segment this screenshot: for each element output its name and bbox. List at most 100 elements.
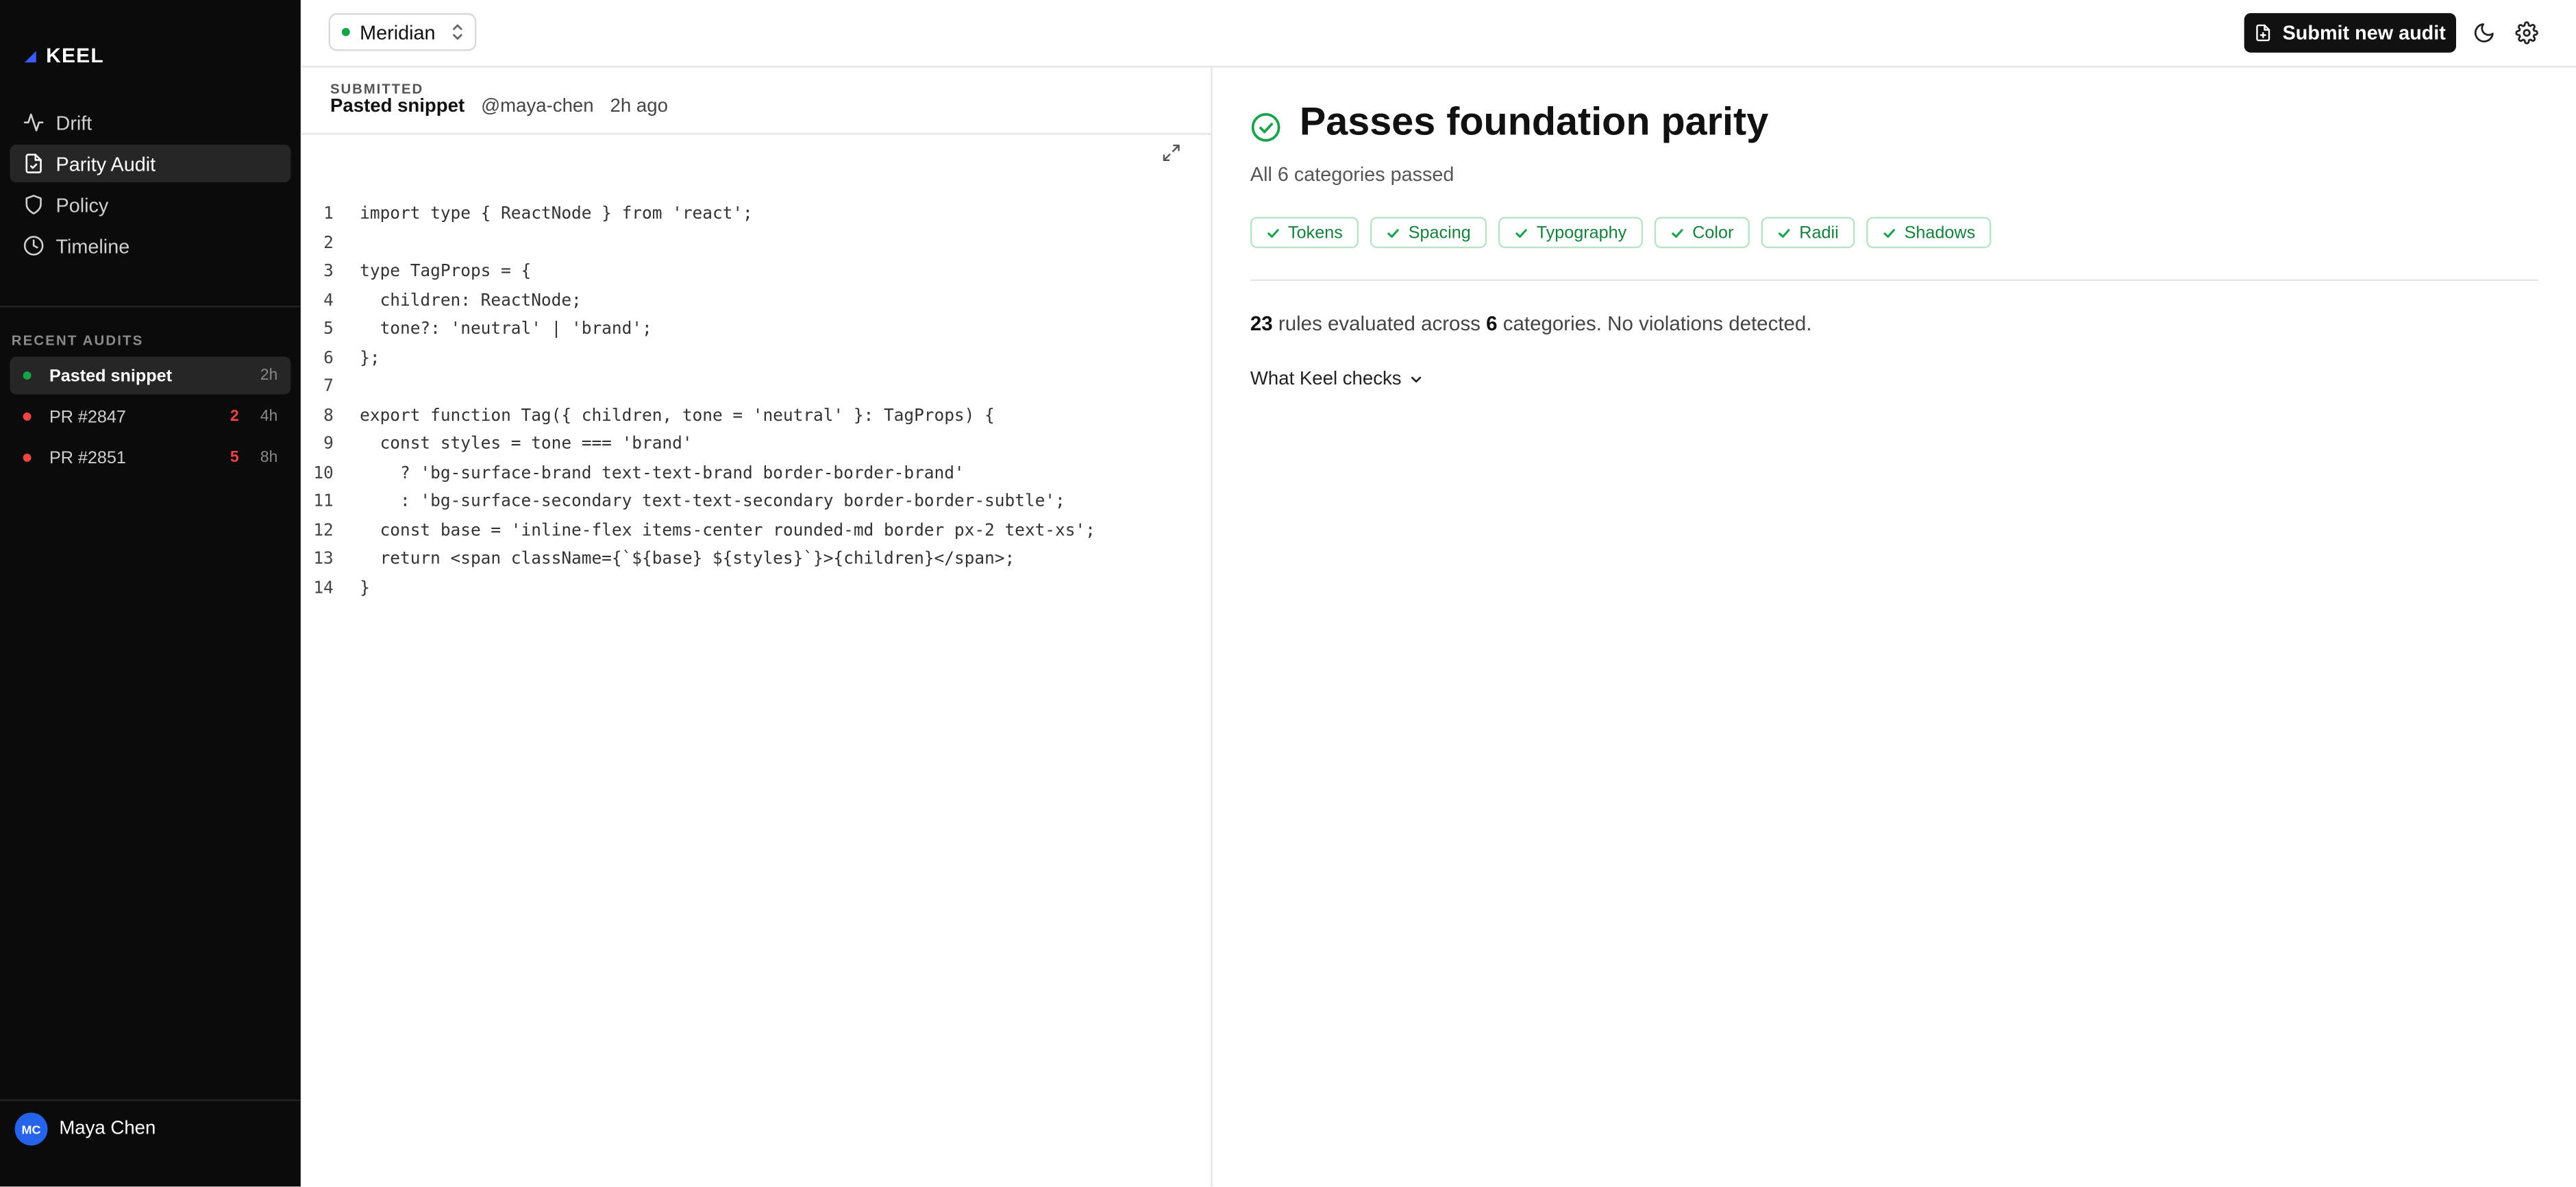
check-icon: [1779, 228, 1790, 237]
user-profile[interactable]: MC Maya Chen: [14, 1112, 156, 1146]
status-dot: [23, 371, 32, 380]
recent-audit-item[interactable]: Pasted snippet 2h: [10, 356, 291, 395]
submission-meta: Pasted snippet @maya-chen 2h ago: [330, 97, 668, 117]
line-content: }: [360, 579, 370, 598]
code-line: 2: [301, 230, 1095, 258]
sidebar: KEEL Drift Parity Audit Policy Timeline …: [0, 0, 301, 1187]
code-line: 9 const styles = tone === 'brand': [301, 430, 1095, 459]
category-count: 6: [1486, 312, 1498, 336]
code-line: 11 : 'bg-surface-secondary text-text-sec…: [301, 488, 1095, 517]
settings-button[interactable]: [2515, 21, 2538, 45]
code-line: 8 export function Tag({ children, tone = …: [301, 402, 1095, 430]
brand-name: KEEL: [46, 44, 104, 68]
line-number: 2: [323, 234, 334, 253]
result-title: Passes foundation parity: [1299, 100, 1769, 145]
line-content: : 'bg-surface-secondary text-text-second…: [360, 493, 1065, 512]
sidebar-item-parity-audit[interactable]: Parity Audit: [10, 145, 291, 183]
code-line: 3 type TagProps = {: [301, 258, 1095, 286]
recent-audit-item[interactable]: PR #2847 2 4h: [10, 397, 290, 435]
line-number: 14: [313, 579, 334, 598]
line-number: 12: [313, 522, 334, 541]
summary-text: rules evaluated across: [1272, 312, 1487, 336]
code-line: 14}: [301, 574, 1095, 603]
check-icon: [1672, 228, 1683, 237]
check-circle-icon: [1251, 112, 1280, 142]
line-number: 13: [313, 550, 334, 570]
category-label: Typography: [1536, 222, 1627, 243]
recent-audits-heading: RECENT AUDITS: [11, 332, 144, 349]
result-divider: [1250, 279, 2538, 282]
expand-icon[interactable]: [1161, 143, 1181, 163]
sidebar-item-policy[interactable]: Policy: [10, 186, 290, 223]
summary-text: categories. No violations detected.: [1497, 312, 1812, 336]
sidebar-item-drift[interactable]: Drift: [10, 103, 290, 141]
recent-audit-age: 4h: [260, 407, 278, 426]
rules-count: 23: [1250, 312, 1273, 336]
submit-new-audit-button[interactable]: Submit new audit: [2244, 13, 2457, 53]
recent-audit-label: PR #2847: [49, 406, 126, 427]
line-number: 8: [323, 407, 334, 426]
code-block: 1 import type { ReactNode } from 'react';…: [301, 201, 1095, 604]
status-dot: [23, 412, 32, 421]
category-chip: Tokens: [1250, 217, 1359, 249]
line-number: 4: [323, 292, 334, 310]
category-chip: Radii: [1761, 217, 1855, 249]
category-label: Shadows: [1904, 222, 1976, 243]
moon-icon: [2474, 23, 2494, 42]
clock-icon: [23, 236, 44, 256]
chevron-up-down-icon: [453, 24, 462, 40]
keel-logo-icon: [24, 50, 36, 62]
activity-icon: [23, 113, 44, 132]
code-line: 10 ? 'bg-surface-brand text-text-brand b…: [301, 459, 1095, 488]
code-line: 6};: [301, 344, 1095, 373]
code-line: 13 return <span className={`${base} ${st…: [301, 546, 1095, 574]
code-line: 5 tone?: 'neutral' | 'brand';: [301, 315, 1095, 344]
theme-toggle-button[interactable]: [2473, 21, 2496, 45]
recent-audit-label: Pasted snippet: [49, 365, 173, 386]
project-status-dot: [341, 27, 350, 36]
line-number: 5: [323, 321, 334, 339]
sidebar-divider: [0, 1099, 301, 1101]
recent-audit-age: 2h: [260, 366, 278, 385]
gear-icon: [2515, 21, 2538, 45]
avatar: MC: [14, 1112, 48, 1146]
category-label: Color: [1692, 222, 1734, 243]
code-line: 12 const base = 'inline-flex items-cente…: [301, 517, 1095, 546]
line-number: 6: [323, 350, 334, 368]
category-chip: Typography: [1498, 217, 1644, 249]
file-check-icon: [25, 154, 42, 173]
submit-button-label: Submit new audit: [2282, 21, 2446, 45]
category-chip: Spacing: [1370, 217, 1487, 249]
violation-count: 2: [230, 407, 239, 426]
line-content: export function Tag({ children, tone = '…: [360, 407, 995, 426]
submission-header: SUBMITTED Pasted snippet @maya-chen 2h a…: [300, 67, 1211, 135]
checks-label: What Keel checks: [1250, 369, 1402, 390]
line-number: 9: [323, 436, 334, 454]
sidebar-nav: Drift Parity Audit Policy Timeline: [10, 103, 291, 268]
check-icon: [1883, 228, 1896, 237]
project-select[interactable]: Meridian: [328, 13, 477, 51]
line-content: return <span className={`${base} ${style…: [360, 550, 1015, 570]
category-chips: Tokens Spacing Typography Color Radii Shadows: [1250, 217, 1992, 249]
line-content: const styles = tone === 'brand': [360, 436, 693, 454]
user-name: Maya Chen: [59, 1119, 156, 1139]
submission-time: 2h ago: [610, 97, 668, 117]
submission-author: @maya-chen: [481, 97, 594, 117]
category-chip: Color: [1655, 217, 1750, 249]
what-keel-checks-toggle[interactable]: What Keel checks: [1250, 369, 1423, 390]
sidebar-item-timeline[interactable]: Timeline: [10, 227, 290, 265]
result-subtitle: All 6 categories passed: [1250, 162, 1454, 186]
check-icon: [1267, 228, 1279, 237]
result-summary: 23 rules evaluated across 6 categories. …: [1250, 313, 1812, 336]
line-number: 11: [313, 493, 334, 512]
violation-count: 5: [230, 448, 239, 467]
status-dot: [23, 453, 32, 462]
line-content: tone?: 'neutral' | 'brand';: [360, 321, 652, 339]
brand[interactable]: KEEL: [24, 44, 104, 68]
line-number: 7: [323, 378, 334, 397]
line-content: };: [360, 350, 380, 368]
recent-audit-item[interactable]: PR #2851 5 8h: [10, 439, 290, 476]
project-name: Meridian: [360, 20, 436, 44]
main-area: Meridian Submit new audit SUBMITTED Past…: [300, 0, 2576, 1187]
recent-audit-age: 8h: [260, 448, 278, 467]
